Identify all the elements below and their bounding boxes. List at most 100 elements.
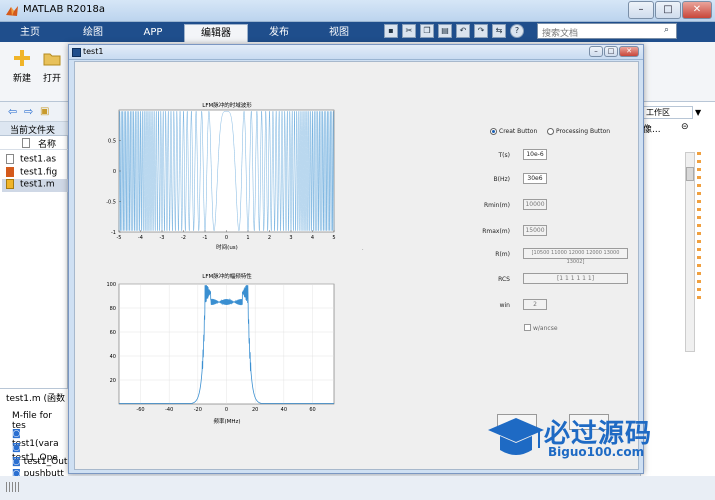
x-tick-label: -60	[136, 407, 144, 413]
folder-icon	[43, 53, 61, 66]
y-tick-label: 0.5	[108, 139, 116, 145]
figure-minimize-button[interactable]: –	[589, 46, 603, 57]
tab-plots[interactable]: 绘图	[66, 24, 120, 42]
y-tick-label: 60	[110, 330, 116, 336]
b-label: B(Hz)	[493, 176, 510, 183]
function-icon: ◙	[12, 443, 21, 453]
rmax-label: Rmax(m)	[482, 228, 510, 235]
search-icon[interactable]: ⌕	[664, 25, 675, 36]
workspace-dropdown[interactable]: 工作区	[643, 106, 693, 119]
tab-editor[interactable]: 编辑器	[184, 24, 248, 42]
current-folder-title: 当前文件夹	[0, 122, 68, 136]
file-name: test1.m	[20, 179, 55, 190]
y-tick-label: 40	[110, 354, 116, 360]
open-button[interactable]: 打开	[38, 48, 66, 84]
win-input[interactable]: 2	[523, 299, 547, 310]
t-label: T(s)	[498, 152, 510, 159]
save-icon[interactable]: ▪	[384, 24, 398, 38]
file-item[interactable]: test1.as	[6, 154, 56, 167]
tab-publish[interactable]: 发布	[252, 24, 306, 42]
chart-title: LFM脉冲的时域波形	[202, 101, 252, 109]
plots-area: LFM脉冲的时域波形 -5 -4 -3 -2 -1 0 1 2 3 4 5 -1 -0.5 0 0.5 时间…	[106, 101, 364, 425]
r-input[interactable]: [10500 11000 12000 12000 13000 13002]	[523, 248, 628, 265]
forward-arrow-icon[interactable]: ⇨	[24, 105, 33, 118]
file-type-icon	[22, 138, 30, 148]
cut-icon[interactable]: ✂	[402, 24, 416, 38]
workspace-truncated-label: 像...	[643, 125, 661, 135]
x-tick-label: 3	[289, 235, 292, 241]
tab-apps[interactable]: APP	[126, 24, 180, 42]
tab-view[interactable]: 视图	[312, 24, 366, 42]
close-button[interactable]: ✕	[682, 1, 712, 19]
y-tick-label: -0.5	[106, 200, 116, 206]
maximize-button[interactable]: □	[655, 1, 681, 19]
up-folder-icon[interactable]: ▣	[40, 106, 49, 117]
x-tick-label: 20	[252, 407, 258, 413]
rmin-input[interactable]: 10000	[523, 199, 547, 210]
y-tick-label: 80	[110, 306, 116, 312]
x-axis-label: 时间(us)	[216, 243, 238, 251]
time-domain-chart[interactable]: LFM脉冲的时域波形 -5 -4 -3 -2 -1 0 1 2 3 4 5 -1 -0.5 0 0.5 时间…	[106, 101, 335, 251]
frequency-chart[interactable]: LFM脉冲的幅频特性 -60 -40 -20 0 20 40 60 20 40 60 80 100 频…	[106, 272, 335, 425]
new-button[interactable]: 新建	[8, 48, 36, 84]
function-name: test1_Out	[23, 457, 68, 467]
paste-icon[interactable]: ▤	[438, 24, 452, 38]
y-tick-label: 100	[106, 282, 116, 288]
app-title: MATLAB R2018a	[23, 4, 106, 15]
file-name: test1.as	[20, 154, 57, 165]
file-list-header[interactable]: 名称	[0, 136, 68, 150]
figure-close-button[interactable]: ✕	[619, 46, 639, 57]
b-input[interactable]: 30e6	[523, 173, 547, 184]
status-bar	[0, 476, 715, 500]
figure-maximize-button[interactable]: □	[604, 46, 618, 57]
code-analyzer-marks	[697, 152, 701, 302]
scrollbar-thumb[interactable]	[686, 167, 694, 181]
minimize-button[interactable]: –	[628, 1, 654, 19]
graduation-cap-logo	[488, 418, 544, 455]
y-tick-label: -1	[111, 230, 116, 236]
processing-button-label: Processing Button	[556, 128, 611, 135]
rcs-input[interactable]: [1 1 1 1 1 1]	[523, 273, 628, 284]
undo-icon[interactable]: ↶	[456, 24, 470, 38]
x-tick-label: -1	[203, 235, 208, 241]
details-description: M-file for tes	[12, 411, 52, 431]
back-arrow-icon[interactable]: ⇦	[8, 105, 17, 118]
tab-home[interactable]: 主页	[6, 24, 54, 42]
quick-access-toolbar: ▪ ✂ ❐ ▤ ↶ ↷ ⇆ ?	[384, 24, 534, 40]
figure-title: test1	[83, 47, 104, 56]
x-tick-label: -2	[181, 235, 186, 241]
help-icon[interactable]: ?	[510, 24, 524, 38]
processing-button-radio[interactable]	[547, 128, 554, 135]
creat-button-radio[interactable]	[490, 128, 497, 135]
r-label: R(m)	[495, 251, 510, 258]
w-ancse-checkbox[interactable]	[524, 324, 531, 331]
t-input[interactable]: 10e-6	[523, 149, 547, 160]
redo-icon[interactable]: ↷	[474, 24, 488, 38]
x-tick-label: 2	[268, 235, 271, 241]
copy-icon[interactable]: ❐	[420, 24, 434, 38]
dropdown-icon[interactable]: ⊝	[681, 122, 689, 132]
y-tick-label: 0	[113, 169, 116, 175]
figure-titlebar: test1 – □ ✕	[69, 45, 643, 60]
rmax-input[interactable]: 15000	[523, 225, 547, 236]
function-icon: ◙	[12, 429, 21, 439]
x-tick-label: 4	[311, 235, 314, 241]
details-title: test1.m (函数	[6, 394, 66, 404]
rcs-label: RCS	[498, 276, 510, 283]
x-tick-label: -5	[117, 235, 122, 241]
search-input[interactable]: 搜索文档	[537, 23, 677, 39]
x-tick-label: -40	[165, 407, 173, 413]
new-icon	[14, 50, 30, 66]
chevron-down-icon[interactable]: ▼	[695, 108, 701, 117]
scrollbar[interactable]	[685, 152, 695, 352]
status-grip-icon	[6, 482, 20, 492]
x-tick-label: -3	[160, 235, 165, 241]
file-item-selected[interactable]: test1.m	[2, 179, 68, 192]
x-tick-label: 0	[225, 407, 228, 413]
dot-marker: .	[362, 246, 364, 252]
switch-windows-icon[interactable]: ⇆	[492, 24, 506, 38]
x-axis-label: 频率(MHz)	[213, 417, 240, 425]
x-tick-label: -20	[194, 407, 202, 413]
matlab-logo-icon	[5, 4, 19, 18]
function-item[interactable]: ◙ test1_Out	[12, 457, 67, 467]
